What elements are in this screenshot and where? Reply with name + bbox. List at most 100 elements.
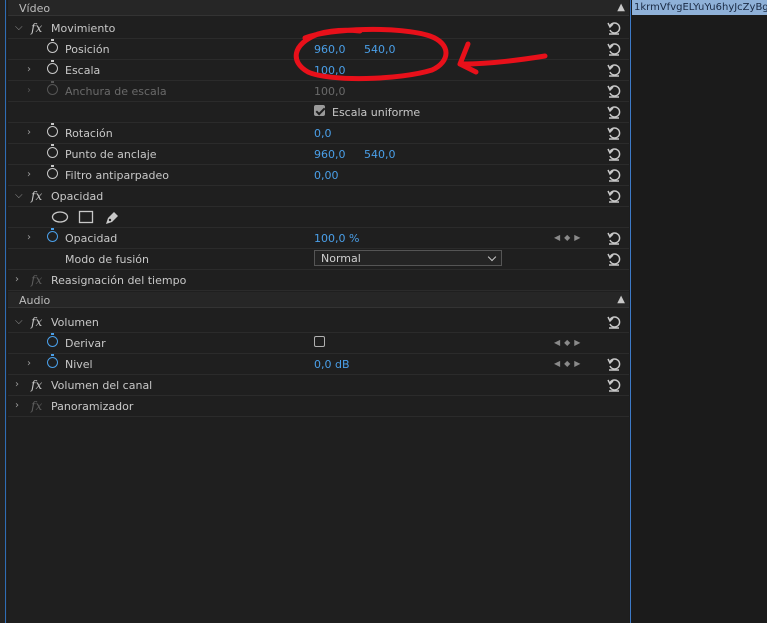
ellipse-mask-icon[interactable] <box>51 210 69 224</box>
fx-icon[interactable]: fx <box>31 21 42 35</box>
reset-icon[interactable] <box>606 314 622 330</box>
reset-icon[interactable] <box>606 167 622 183</box>
stopwatch-icon[interactable] <box>47 333 58 347</box>
chevron-down-icon[interactable]: ⌵ <box>15 190 23 201</box>
effect-title: Movimiento <box>51 22 116 35</box>
chevron-right-icon[interactable]: › <box>15 379 19 390</box>
effect-row-panoramizador[interactable]: › fx Panoramizador <box>8 396 629 417</box>
property-row-escala-uniforme[interactable]: Escala uniforme <box>8 102 629 123</box>
scale-value[interactable]: 100,0 <box>314 64 346 77</box>
property-row-modo-fusion[interactable]: Modo de fusión Normal <box>8 249 629 270</box>
position-y-value[interactable]: 540,0 <box>364 43 396 56</box>
keyframe-navigator[interactable]: ◀◆▶ <box>554 233 584 242</box>
keyframe-navigator[interactable]: ◀◆▶ <box>554 359 584 368</box>
anchor-y-value[interactable]: 540,0 <box>364 148 396 161</box>
chevron-right-icon[interactable]: › <box>15 400 19 411</box>
fx-icon[interactable]: fx <box>31 315 42 329</box>
property-label: Opacidad <box>65 232 118 245</box>
chevron-right-icon[interactable]: › <box>27 64 31 75</box>
reset-icon[interactable] <box>606 146 622 162</box>
reset-icon[interactable] <box>606 20 622 36</box>
video-section-title: Vídeo <box>19 2 51 15</box>
scroll-up-arrow-icon[interactable]: ▲ <box>617 2 625 13</box>
fx-icon[interactable]: fx <box>31 189 42 203</box>
chevron-right-icon[interactable]: › <box>27 358 31 369</box>
effect-row-volumen-canal[interactable]: › fx Volumen del canal <box>8 375 629 396</box>
reset-icon[interactable] <box>606 125 622 141</box>
effect-row-movimiento[interactable]: ⌵ fx Movimiento <box>8 18 629 39</box>
property-label: Nivel <box>65 358 93 371</box>
reset-icon[interactable] <box>606 104 622 120</box>
rectangle-mask-icon[interactable] <box>78 210 94 224</box>
property-label: Modo de fusión <box>65 253 150 266</box>
stopwatch-icon[interactable] <box>47 144 58 158</box>
effect-title: Volumen <box>51 316 99 329</box>
chevron-right-icon: › <box>27 85 31 96</box>
effect-row-opacidad[interactable]: ⌵ fx Opacidad <box>8 186 629 207</box>
property-label: Posición <box>65 43 110 56</box>
property-row-opacidad[interactable]: › Opacidad 100,0 % ◀◆▶ <box>8 228 629 249</box>
reset-icon[interactable] <box>606 83 622 99</box>
effect-title: Volumen del canal <box>51 379 153 392</box>
property-row-rotacion[interactable]: › Rotación 0,0 <box>8 123 629 144</box>
rotation-value[interactable]: 0,0 <box>314 127 332 140</box>
property-label: Anchura de escala <box>65 85 167 98</box>
stopwatch-icon[interactable] <box>47 165 58 179</box>
effect-title: Reasignación del tiempo <box>51 274 187 287</box>
chevron-right-icon[interactable]: › <box>27 127 31 138</box>
audio-section-title: Audio <box>19 294 51 307</box>
effect-timeline-area <box>630 0 767 623</box>
stopwatch-icon <box>47 81 58 95</box>
blend-mode-dropdown[interactable]: Normal <box>314 250 502 266</box>
reset-icon[interactable] <box>606 377 622 393</box>
reset-icon[interactable] <box>606 251 622 267</box>
chevron-down-icon[interactable]: ⌵ <box>15 22 23 33</box>
effect-row-volumen[interactable]: ⌵ fx Volumen <box>8 312 629 333</box>
property-label: Derivar <box>65 337 106 350</box>
stopwatch-icon[interactable] <box>47 60 58 74</box>
reset-icon[interactable] <box>606 41 622 57</box>
reset-icon[interactable] <box>606 62 622 78</box>
uniform-scale-checkbox[interactable] <box>314 105 325 116</box>
stopwatch-icon[interactable] <box>47 123 58 137</box>
stopwatch-icon[interactable] <box>47 354 58 368</box>
scale-width-value: 100,0 <box>314 85 346 98</box>
pen-mask-icon[interactable] <box>104 210 120 226</box>
audio-section-header: Audio ▲ <box>8 292 629 308</box>
scroll-up-arrow-icon[interactable]: ▲ <box>617 294 625 305</box>
timeline-clip[interactable]: 1krmVfvgELYuYu6hyJcZyBg <box>632 0 767 15</box>
effect-title: Opacidad <box>51 190 104 203</box>
fx-icon: fx <box>31 399 43 413</box>
position-x-value[interactable]: 960,0 <box>314 43 346 56</box>
fx-icon: fx <box>31 273 43 287</box>
property-row-derivar[interactable]: Derivar ◀◆▶ <box>8 333 629 354</box>
left-panel-edge <box>0 0 7 623</box>
fx-icon[interactable]: fx <box>31 378 42 392</box>
bypass-checkbox[interactable] <box>314 336 325 347</box>
chevron-down-icon <box>487 252 497 262</box>
reset-icon[interactable] <box>606 188 622 204</box>
property-label: Punto de anclaje <box>65 148 157 161</box>
flicker-filter-value[interactable]: 0,00 <box>314 169 339 182</box>
property-row-escala[interactable]: › Escala 100,0 <box>8 60 629 81</box>
stopwatch-icon[interactable] <box>47 228 58 242</box>
reset-icon[interactable] <box>606 230 622 246</box>
keyframe-navigator[interactable]: ◀◆▶ <box>554 338 584 347</box>
property-row-anclaje[interactable]: Punto de anclaje 960,0 540,0 <box>8 144 629 165</box>
opacity-value[interactable]: 100,0 % <box>314 232 359 245</box>
property-row-posicion[interactable]: Posición 960,0 540,0 <box>8 39 629 60</box>
level-value[interactable]: 0,0 dB <box>314 358 350 371</box>
property-row-nivel[interactable]: › Nivel 0,0 dB ◀◆▶ <box>8 354 629 375</box>
anchor-x-value[interactable]: 960,0 <box>314 148 346 161</box>
effect-row-reasignacion[interactable]: › fx Reasignación del tiempo <box>8 270 629 291</box>
chevron-right-icon[interactable]: › <box>27 169 31 180</box>
chevron-right-icon[interactable]: › <box>15 274 19 285</box>
property-label: Filtro antiparpadeo <box>65 169 169 182</box>
chevron-down-icon[interactable]: ⌵ <box>15 316 23 327</box>
chevron-right-icon[interactable]: › <box>27 232 31 243</box>
stopwatch-icon[interactable] <box>47 39 58 53</box>
property-row-antiparpadeo[interactable]: › Filtro antiparpadeo 0,00 <box>8 165 629 186</box>
checkbox-label: Escala uniforme <box>332 106 421 119</box>
effect-title: Panoramizador <box>51 400 134 413</box>
reset-icon[interactable] <box>606 356 622 372</box>
